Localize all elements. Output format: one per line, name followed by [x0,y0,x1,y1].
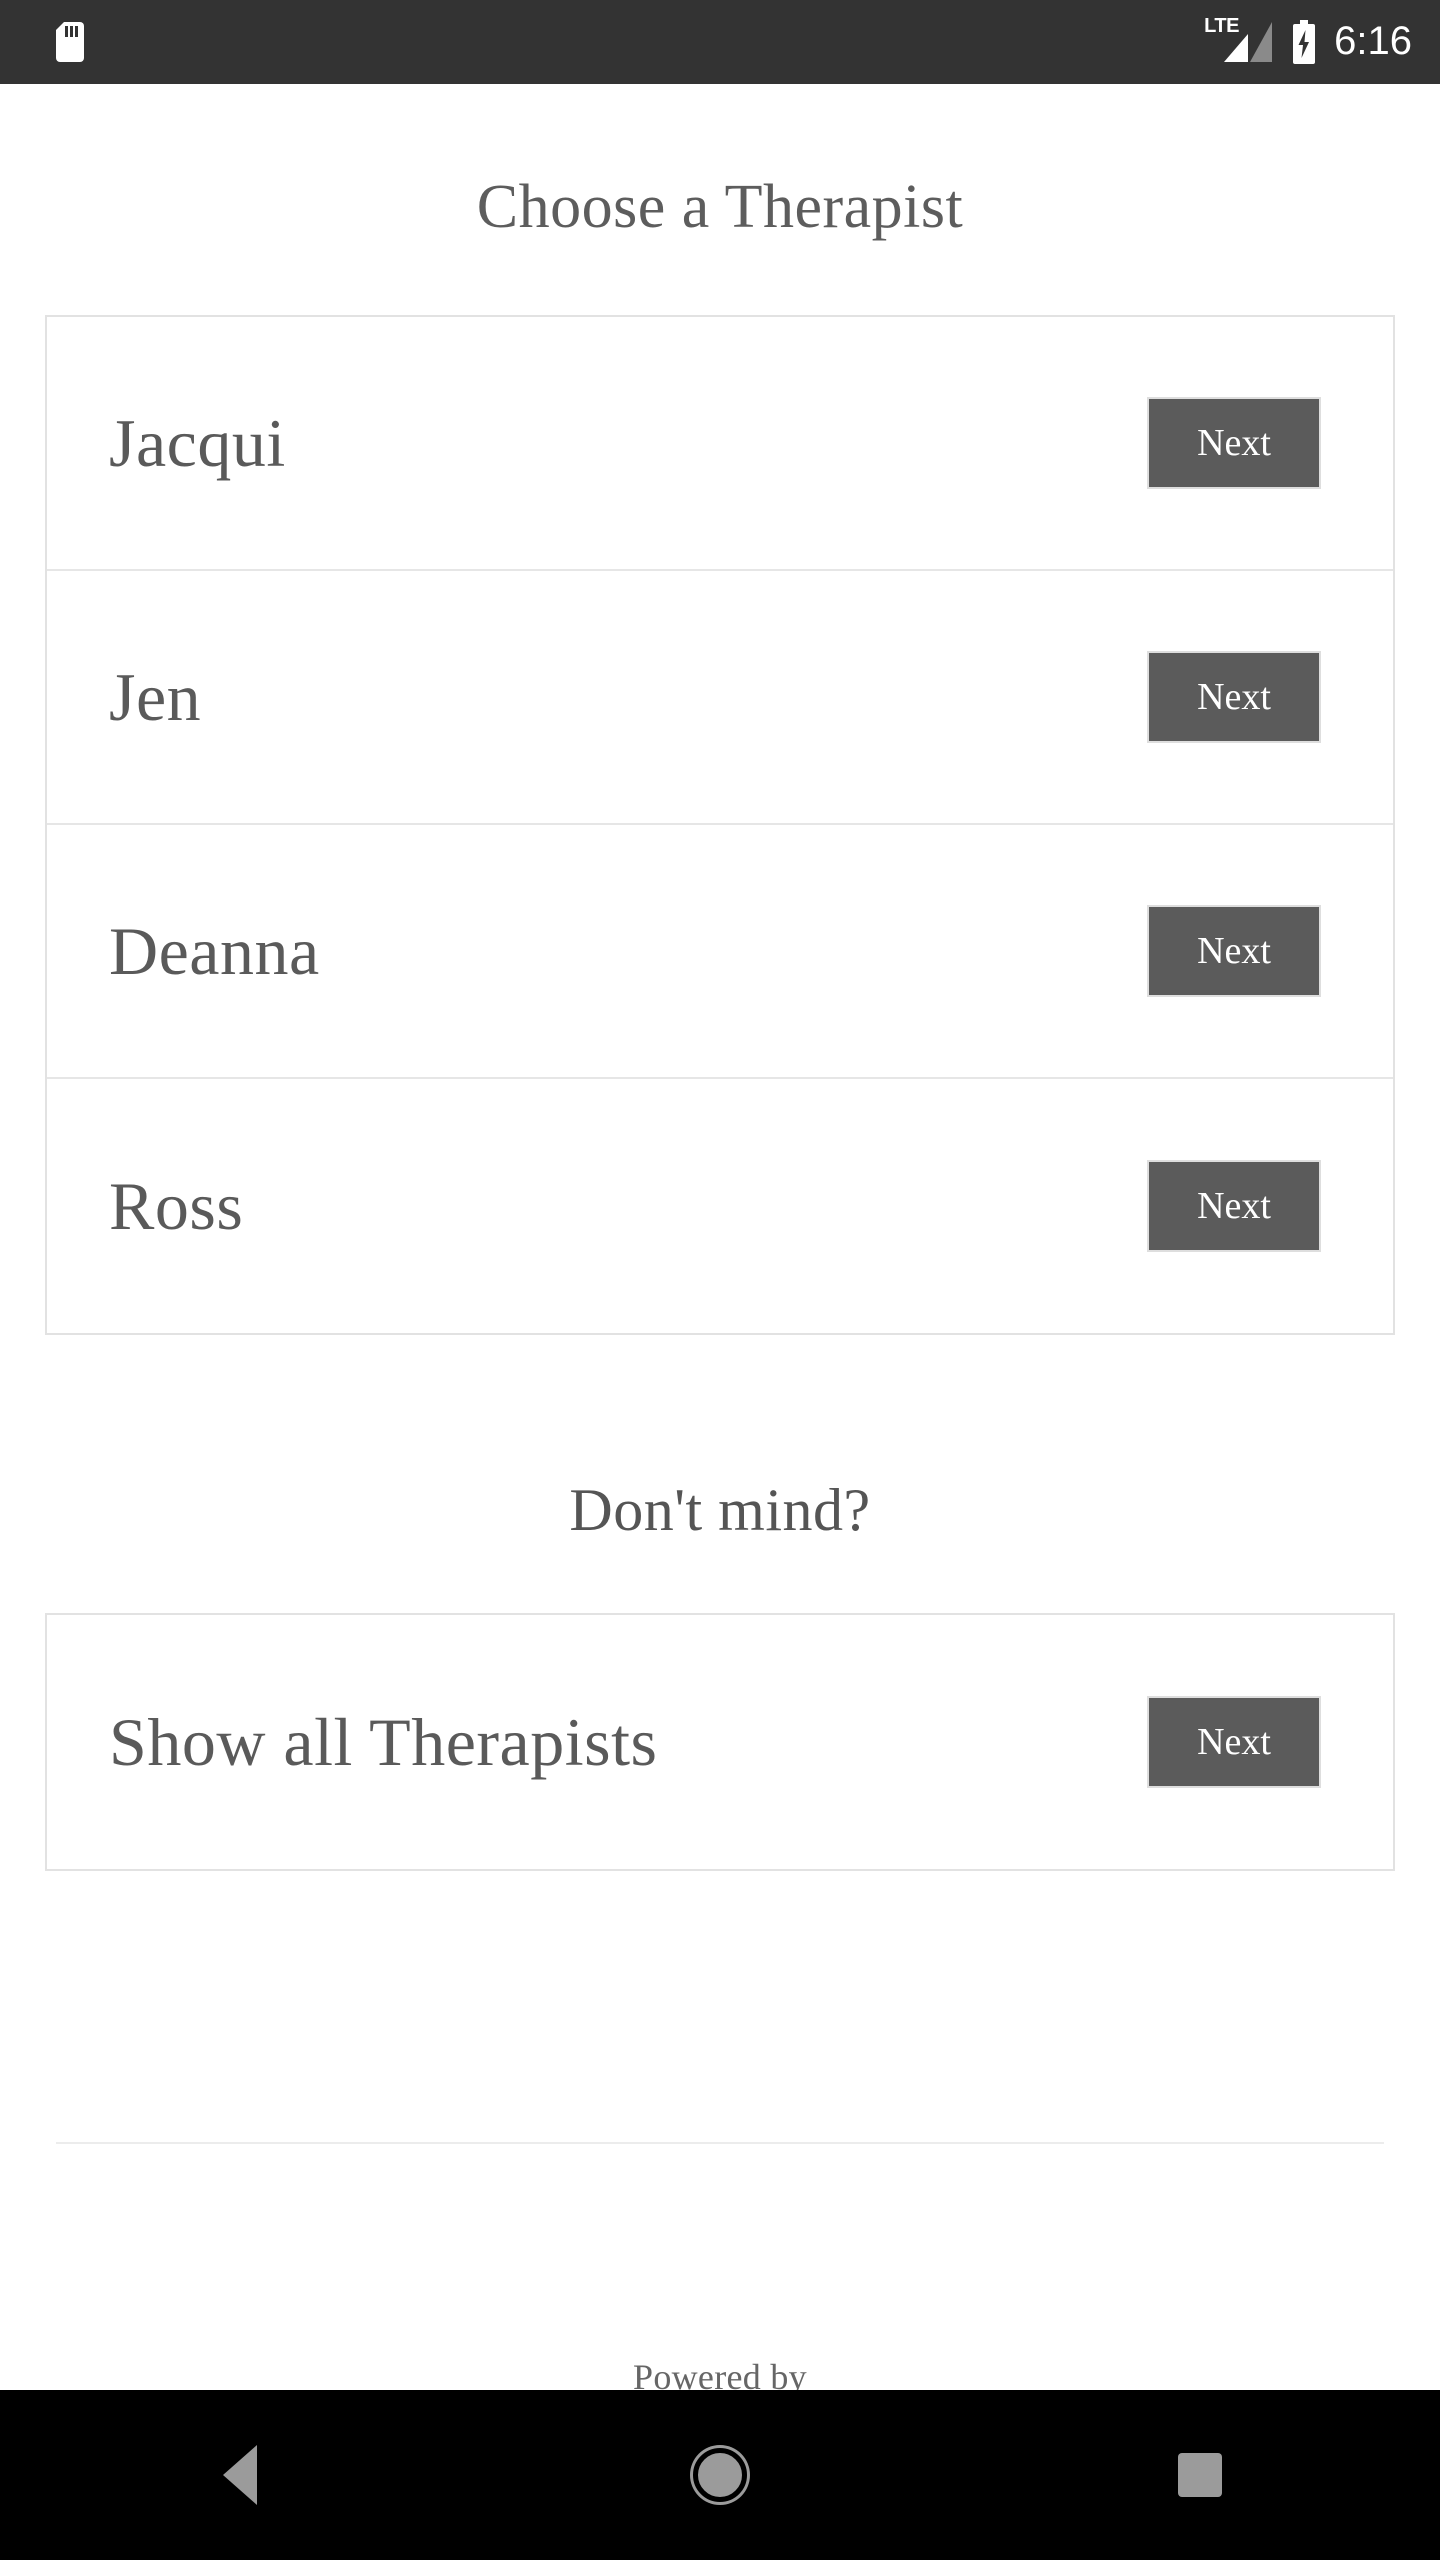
therapist-name: Jacqui [109,405,286,481]
android-navigation-bar [0,2390,1440,2560]
nav-back-button[interactable] [140,2390,340,2560]
therapist-row-ross[interactable]: Ross Next [47,1079,1393,1333]
page-title: Choose a Therapist [476,173,964,241]
home-circle-icon [693,2448,747,2502]
show-all-therapists-card: Show all Therapists Next [45,1613,1395,1871]
therapist-list-card: Jacqui Next Jen Next Deanna Next Ross Ne… [45,315,1395,1335]
next-button-show-all[interactable]: Next [1147,1696,1321,1788]
status-bar-right: LTE 6:16 [1204,16,1412,64]
network-type-label: LTE [1204,15,1239,37]
main-content: Choose a Therapist Jacqui Next Jen Next … [0,84,1440,2477]
signal-bars-icon: LTE [1204,16,1274,64]
recents-square-icon [1178,2453,1222,2497]
sd-card-icon [56,22,84,62]
footer-divider [56,2142,1384,2144]
next-button-deanna[interactable]: Next [1147,905,1321,997]
next-button-jen[interactable]: Next [1147,651,1321,743]
status-bar-clock: 6:16 [1334,19,1412,63]
show-all-therapists-label: Show all Therapists [109,1704,658,1780]
next-button-jacqui[interactable]: Next [1147,397,1321,489]
dont-mind-heading: Don't mind? [569,1477,871,1543]
therapist-row-deanna[interactable]: Deanna Next [47,825,1393,1079]
show-all-therapists-row[interactable]: Show all Therapists Next [47,1615,1393,1869]
therapist-row-jacqui[interactable]: Jacqui Next [47,317,1393,571]
therapist-name: Deanna [109,913,320,989]
nav-recents-button[interactable] [1100,2390,1300,2560]
status-bar-left [56,22,84,62]
battery-charging-icon [1290,20,1318,64]
therapist-name: Jen [109,659,202,735]
back-triangle-icon [223,2445,257,2505]
therapist-name: Ross [109,1168,244,1244]
therapist-row-jen[interactable]: Jen Next [47,571,1393,825]
next-button-ross[interactable]: Next [1147,1160,1321,1252]
status-bar: LTE 6:16 [0,0,1440,84]
nav-home-button[interactable] [620,2390,820,2560]
